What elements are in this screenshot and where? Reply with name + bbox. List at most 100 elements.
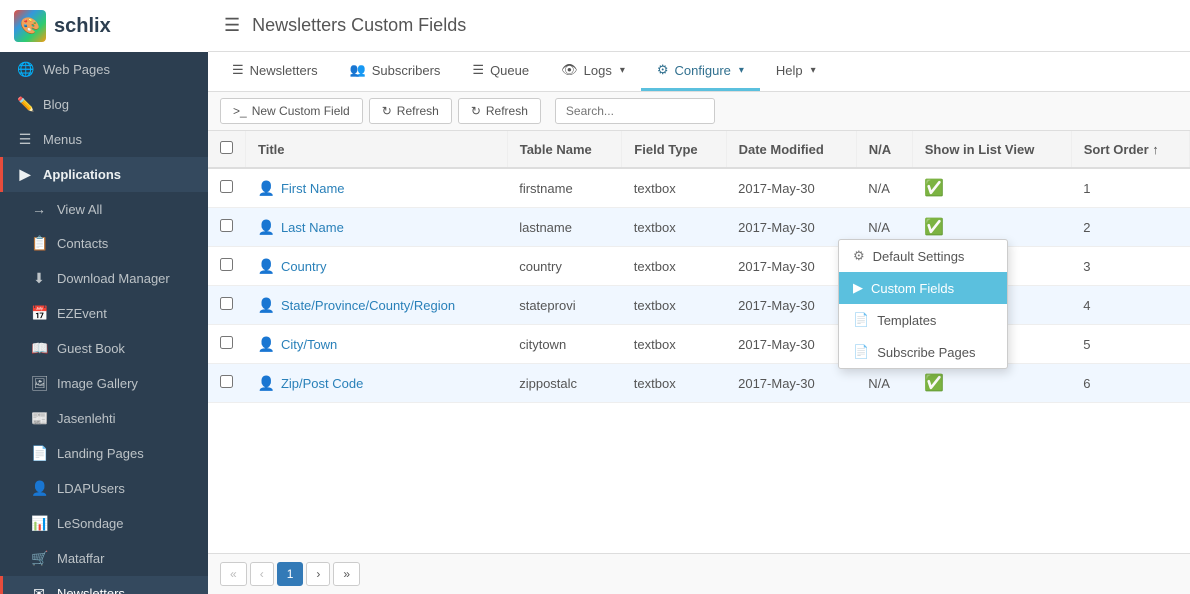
page-1-button[interactable]: 1 (277, 562, 304, 586)
tab-label: Queue (490, 63, 529, 78)
tab-subscribers[interactable]: 👥 Subscribers (334, 52, 457, 91)
row-field-type: textbox (622, 364, 726, 403)
row-checkbox[interactable] (220, 258, 233, 271)
sidebar-item-image-gallery[interactable]: 🖼 Image Gallery (0, 366, 208, 401)
row-table-name: lastname (507, 208, 622, 247)
dropdown-item-label: Default Settings (873, 249, 965, 264)
topbar: ☰ Newsletters Custom Fields (208, 0, 1190, 52)
row-sort-order: 4 (1071, 286, 1189, 325)
row-checkbox[interactable] (220, 180, 233, 193)
sidebar-item-web-pages[interactable]: 🌐 Web Pages (0, 52, 208, 87)
new-custom-field-label: New Custom Field (252, 104, 350, 118)
logo-area: 🎨 schlix (0, 0, 208, 52)
sidebar-item-label: Guest Book (57, 341, 125, 356)
sidebar-item-label: Menus (43, 132, 82, 147)
col-na: N/A (856, 131, 912, 168)
hamburger-icon[interactable]: ☰ (224, 15, 240, 36)
refresh1-label: Refresh (397, 104, 439, 118)
logs-tab-icon: 👁 (561, 62, 578, 78)
row-title: 👤 Zip/Post Code (246, 364, 508, 403)
title-link[interactable]: 👤 Country (258, 258, 496, 275)
col-title: Title (246, 131, 508, 168)
check-icon: ✅ (924, 180, 944, 197)
tab-logs[interactable]: 👁 Logs ▾ (545, 52, 641, 91)
sidebar-item-label: Landing Pages (57, 446, 144, 461)
sidebar-item-mataffar[interactable]: 🛒 Mataffar (0, 541, 208, 576)
custom-fields-icon: ▶ (853, 280, 863, 296)
row-table-name: firstname (507, 168, 622, 208)
guest-book-icon: 📖 (31, 340, 47, 357)
row-title: 👤 Country (246, 247, 508, 286)
new-custom-field-icon: >_ (233, 104, 247, 118)
sidebar-item-newsletters[interactable]: ✉ Newsletters (0, 576, 208, 594)
page-first-button[interactable]: « (220, 562, 247, 586)
row-checkbox[interactable] (220, 297, 233, 310)
tab-label: Help (776, 63, 803, 78)
tab-label: Logs (584, 63, 612, 78)
sidebar-item-menus[interactable]: ☰ Menus (0, 122, 208, 157)
sidebar-item-label: Web Pages (43, 62, 110, 77)
row-sort-order: 5 (1071, 325, 1189, 364)
title-link[interactable]: 👤 First Name (258, 180, 496, 197)
tab-queue[interactable]: ☰ Queue (456, 52, 545, 91)
check-icon: ✅ (924, 375, 944, 392)
new-custom-field-button[interactable]: >_ New Custom Field (220, 98, 363, 124)
sidebar-item-ldapusers[interactable]: 👤 LDAPUsers (0, 471, 208, 506)
logo-text: schlix (54, 15, 111, 38)
row-title: 👤 Last Name (246, 208, 508, 247)
jasenlehti-icon: 📰 (31, 410, 47, 427)
subscribers-tab-icon: 👥 (350, 62, 366, 78)
sidebar-item-label: Download Manager (57, 271, 170, 286)
sidebar-item-view-all[interactable]: → View All (0, 192, 208, 226)
sidebar-item-download-manager[interactable]: ⬇ Download Manager (0, 261, 208, 296)
user-icon: 👤 (258, 180, 275, 197)
tab-newsletters[interactable]: ☰ Newsletters (216, 52, 334, 91)
tab-configure[interactable]: ⚙ Configure ▾ (641, 52, 760, 91)
page-prev-button[interactable]: ‹ (250, 562, 274, 586)
search-input[interactable] (555, 98, 715, 124)
table-row: 👤 State/Province/County/Region stateprov… (208, 286, 1190, 325)
contacts-icon: 📋 (31, 235, 47, 252)
row-checkbox[interactable] (220, 336, 233, 349)
landing-pages-icon: 📄 (31, 445, 47, 462)
sidebar-item-guest-book[interactable]: 📖 Guest Book (0, 331, 208, 366)
sidebar-item-ezevent[interactable]: 📅 EZEvent (0, 296, 208, 331)
row-checkbox[interactable] (220, 375, 233, 388)
table-row: 👤 Zip/Post Code zippostalc textbox 2017-… (208, 364, 1190, 403)
title-link[interactable]: 👤 State/Province/County/Region (258, 297, 496, 314)
dropdown-subscribe-pages[interactable]: 📄 Subscribe Pages (839, 336, 1007, 368)
page-next-button[interactable]: › (306, 562, 330, 586)
select-all-checkbox[interactable] (220, 141, 233, 154)
sidebar-item-applications[interactable]: ▶ Applications (0, 157, 208, 192)
download-icon: ⬇ (31, 270, 47, 287)
dropdown-custom-fields[interactable]: ▶ Custom Fields (839, 272, 1007, 304)
refresh2-button[interactable]: ↻ Refresh (458, 98, 541, 124)
col-table-name: Table Name (507, 131, 622, 168)
row-date-modified: 2017-May-30 (726, 208, 856, 247)
tab-help[interactable]: Help ▾ (760, 52, 832, 91)
page-last-button[interactable]: » (333, 562, 360, 586)
refresh1-button[interactable]: ↻ Refresh (369, 98, 452, 124)
row-checkbox[interactable] (220, 219, 233, 232)
sidebar-item-contacts[interactable]: 📋 Contacts (0, 226, 208, 261)
sidebar-item-lesondage[interactable]: 📊 LeSondage (0, 506, 208, 541)
col-date-modified: Date Modified (726, 131, 856, 168)
dropdown-default-settings[interactable]: ⚙ Default Settings (839, 240, 1007, 272)
applications-icon: ▶ (17, 166, 33, 183)
row-table-name: citytown (507, 325, 622, 364)
configure-dropdown-arrow: ▾ (739, 65, 744, 76)
refresh2-label: Refresh (486, 104, 528, 118)
title-link[interactable]: 👤 Last Name (258, 219, 496, 236)
check-icon: ✅ (924, 219, 944, 236)
dropdown-templates[interactable]: 📄 Templates (839, 304, 1007, 336)
title-link[interactable]: 👤 City/Town (258, 336, 496, 353)
sidebar-item-blog[interactable]: ✏️ Blog (0, 87, 208, 122)
logs-dropdown-arrow: ▾ (620, 65, 625, 76)
title-link[interactable]: 👤 Zip/Post Code (258, 375, 496, 392)
row-date-modified: 2017-May-30 (726, 286, 856, 325)
ezevent-icon: 📅 (31, 305, 47, 322)
lesondage-icon: 📊 (31, 515, 47, 532)
logo-icon: 🎨 (14, 10, 46, 42)
sidebar-item-jasenlehti[interactable]: 📰 Jasenlehti (0, 401, 208, 436)
sidebar-item-landing-pages[interactable]: 📄 Landing Pages (0, 436, 208, 471)
